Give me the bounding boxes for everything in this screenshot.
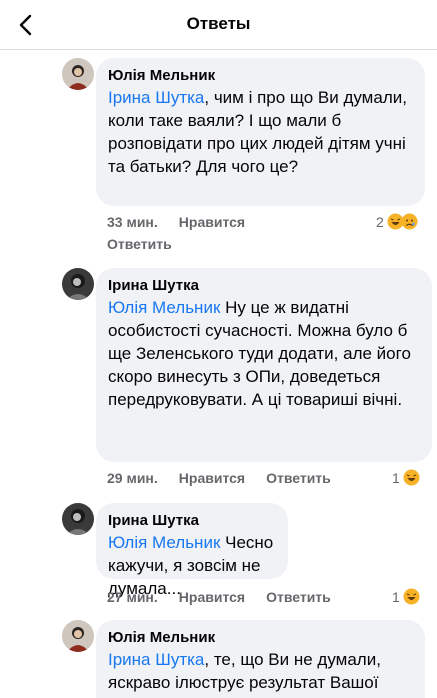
profile-photo-icon [62,620,94,652]
comment-author[interactable]: Юлія Мельник [108,66,413,86]
reply-button[interactable]: Ответить [266,470,331,486]
avatar[interactable] [62,620,94,652]
comment-author[interactable]: Юлія Мельник [108,628,413,648]
comment-bubble: Ірина Шутка Юлія Мельник Чесно кажучи, я… [96,503,288,598]
comment-bubble: Юлія Мельник Ірина Шутка, чим і про що В… [96,58,425,206]
mention-link[interactable]: Юлія Мельник [108,298,220,317]
reply-button[interactable]: Ответить [266,589,331,605]
mention-link[interactable]: Юлія Мельник [108,533,220,552]
comment-author[interactable]: Ірина Шутка [108,276,420,296]
comment-bubble: Ірина Шутка Юлія Мельник Ну це ж видатні… [96,268,432,462]
reactions[interactable]: 2 [376,213,418,230]
like-button[interactable]: Нравится [179,214,245,230]
comment-actions: 29 мин. Нравится Ответить [107,470,331,486]
profile-photo-icon [62,58,94,90]
reaction-count: 1 [392,588,400,605]
comment-actions: 27 мин. Нравится Ответить [107,589,331,605]
haha-icon [403,469,420,486]
comment-time: 29 мин. [107,470,158,486]
mention-link[interactable]: Ірина Шутка [108,650,204,669]
reaction-count: 1 [392,469,400,486]
avatar[interactable] [62,503,94,535]
comment-time: 27 мин. [107,589,158,605]
like-button[interactable]: Нравится [179,589,245,605]
reaction-count: 2 [376,213,384,230]
profile-photo-icon [62,268,94,300]
comment-text: Юлія Мельник Ну це ж видатні особистості… [108,296,420,411]
haha-icon [403,588,420,605]
profile-photo-icon [62,503,94,535]
page-title: Ответы [186,14,251,33]
comment-time: 33 мин. [107,214,158,230]
reply-button[interactable]: Ответить [107,236,172,252]
comment-text: Ірина Шутка, те, що Ви не думали, яскрав… [108,648,413,694]
reactions[interactable]: 1 [392,469,420,486]
comment-bubble: Юлія Мельник Ірина Шутка, те, що Ви не д… [96,620,425,698]
comment-actions: 33 мин. Нравится [107,214,245,230]
sad-icon [401,213,418,230]
comment-author[interactable]: Ірина Шутка [108,511,276,531]
reactions[interactable]: 1 [392,588,420,605]
mention-link[interactable]: Ірина Шутка [108,88,204,107]
comment-text: Ірина Шутка, чим і про що Ви думали, кол… [108,86,413,178]
avatar[interactable] [62,268,94,300]
avatar[interactable] [62,58,94,90]
top-bar: Ответы [0,0,437,50]
like-button[interactable]: Нравится [179,470,245,486]
